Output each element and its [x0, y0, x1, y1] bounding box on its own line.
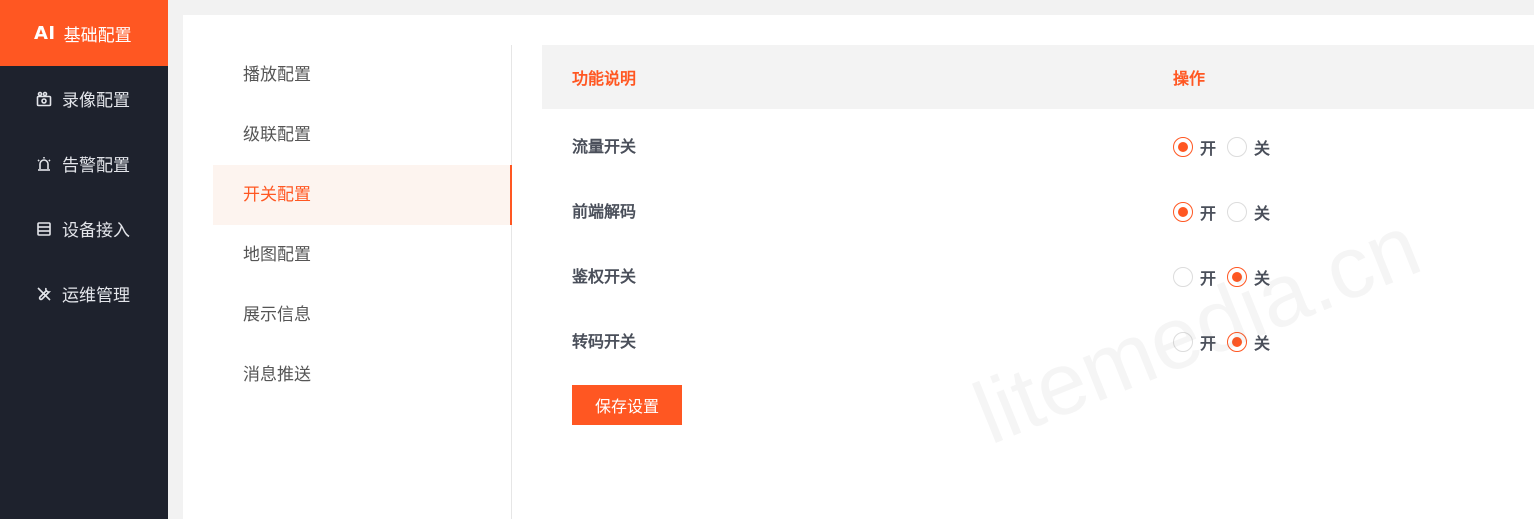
- sidebar-item-basic-config[interactable]: AI 基础配置: [0, 0, 168, 66]
- radio-circle[interactable]: [1227, 137, 1248, 157]
- radio-label: 开: [1200, 204, 1217, 223]
- radio-label: 关: [1254, 269, 1271, 288]
- radio-label: 关: [1254, 139, 1271, 158]
- row-label: 转码开关: [572, 332, 637, 351]
- subnav-item-message-push[interactable]: 消息推送: [213, 345, 511, 405]
- radio-off[interactable]: 关: [1227, 265, 1270, 289]
- table-row: 前端解码 开 关: [542, 174, 1534, 239]
- radio-circle[interactable]: [1227, 267, 1248, 287]
- column-header-action: 操作: [1173, 69, 1206, 88]
- radio-circle[interactable]: [1227, 332, 1248, 352]
- main-panel: 播放配置 级联配置 开关配置 地图配置 展示信息 消息推送 功能说明 操作 流量…: [183, 15, 1534, 519]
- radio-circle[interactable]: [1173, 137, 1193, 157]
- radio-group-transcode-switch: 开 关: [1173, 330, 1281, 354]
- alarm-icon: [34, 156, 54, 172]
- radio-off[interactable]: 关: [1227, 330, 1270, 354]
- subnav-item-playback-config[interactable]: 播放配置: [213, 45, 511, 105]
- sidebar-item-label: 告警配置: [62, 156, 130, 176]
- table-row: 流量开关 开 关: [542, 109, 1534, 174]
- sidebar-item-recording-config[interactable]: 录像配置: [0, 66, 168, 131]
- row-label: 前端解码: [572, 202, 637, 221]
- row-label: 流量开关: [572, 137, 637, 156]
- sidebar-item-ops-management[interactable]: 运维管理: [0, 261, 168, 326]
- server-icon: [34, 221, 54, 237]
- radio-circle[interactable]: [1173, 332, 1193, 352]
- sidebar: AI 基础配置 录像配置 告警配置 设备接入 运维管理: [0, 0, 168, 519]
- table-header: 功能说明 操作: [542, 45, 1534, 109]
- sidebar-item-device-access[interactable]: 设备接入: [0, 196, 168, 261]
- radio-on[interactable]: 开: [1173, 135, 1216, 159]
- radio-label: 关: [1254, 334, 1271, 353]
- radio-off[interactable]: 关: [1227, 200, 1270, 224]
- radio-label: 开: [1200, 269, 1217, 288]
- row-label: 鉴权开关: [572, 267, 637, 286]
- radio-label: 开: [1200, 334, 1217, 353]
- table-row: 鉴权开关 开 关: [542, 239, 1534, 304]
- subnav-item-cascade-config[interactable]: 级联配置: [213, 105, 511, 165]
- radio-on[interactable]: 开: [1173, 330, 1216, 354]
- save-settings-button[interactable]: 保存设置: [572, 385, 682, 425]
- radio-circle[interactable]: [1227, 202, 1248, 222]
- sidebar-item-label: 设备接入: [62, 221, 130, 241]
- tools-icon: [34, 286, 54, 302]
- table-row: 转码开关 开 关: [542, 304, 1534, 369]
- sidebar-item-label: 基础配置: [63, 25, 132, 46]
- sidebar-item-label: 录像配置: [62, 91, 130, 111]
- camera-icon: [34, 91, 54, 107]
- radio-group-traffic-switch: 开 关: [1173, 135, 1281, 159]
- radio-group-frontend-decode: 开 关: [1173, 200, 1281, 224]
- radio-group-auth-switch: 开 关: [1173, 265, 1281, 289]
- radio-circle[interactable]: [1173, 202, 1193, 222]
- sidebar-item-alarm-config[interactable]: 告警配置: [0, 131, 168, 196]
- subnav-item-map-config[interactable]: 地图配置: [213, 225, 511, 285]
- radio-on[interactable]: 开: [1173, 200, 1216, 224]
- radio-label: 开: [1200, 139, 1217, 158]
- sub-navigation: 播放配置 级联配置 开关配置 地图配置 展示信息 消息推送: [213, 45, 512, 519]
- subnav-item-switch-config[interactable]: 开关配置: [213, 165, 512, 225]
- ai-text-icon: AI: [34, 22, 56, 44]
- radio-off[interactable]: 关: [1227, 135, 1270, 159]
- radio-on[interactable]: 开: [1173, 265, 1216, 289]
- switch-config-table: 功能说明 操作 流量开关 开 关 前端解码 开 关 鉴权开关 开 关 转码开关 …: [542, 45, 1534, 425]
- sidebar-item-label: 运维管理: [62, 286, 130, 306]
- column-header-description: 功能说明: [572, 69, 637, 88]
- radio-label: 关: [1254, 204, 1271, 223]
- radio-circle[interactable]: [1173, 267, 1193, 287]
- subnav-item-display-info[interactable]: 展示信息: [213, 285, 511, 345]
